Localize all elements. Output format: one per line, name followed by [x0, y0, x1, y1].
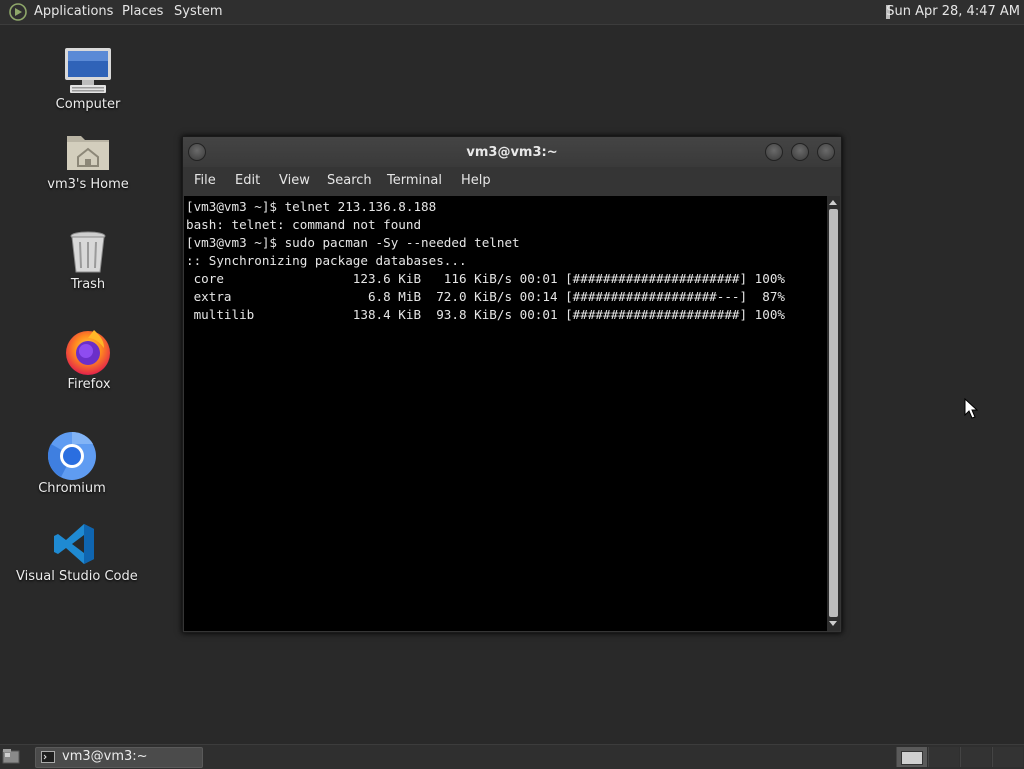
scroll-down-arrow-icon[interactable] — [829, 621, 837, 626]
vscode-icon — [54, 524, 94, 564]
menu-file[interactable]: File — [194, 173, 216, 188]
scrollbar-thumb[interactable] — [829, 209, 838, 617]
maximize-button[interactable] — [791, 143, 809, 161]
close-button[interactable] — [817, 143, 835, 161]
clock[interactable]: Sun Apr 28, 4:47 AM — [886, 4, 1020, 19]
terminal-screen[interactable]: [vm3@vm3 ~]$ telnet 213.136.8.188 bash: … — [184, 196, 827, 631]
desktop-icon-home[interactable]: vm3's Home — [40, 128, 136, 198]
desktop-icon-trash[interactable]: Trash — [40, 228, 136, 298]
workspace-4[interactable] — [992, 747, 1023, 767]
desktop-icon-label: Chromium — [38, 481, 106, 496]
menu-terminal[interactable]: Terminal — [387, 173, 442, 188]
desktop-icon-computer[interactable]: Computer — [40, 44, 136, 116]
terminal-menubar: File Edit View Search Terminal Help — [183, 167, 841, 195]
terminal-window[interactable]: vm3@vm3:~ File Edit View Search Terminal… — [182, 136, 842, 633]
system-menu[interactable]: System — [174, 4, 222, 19]
workspace-2[interactable] — [928, 747, 959, 767]
places-menu[interactable]: Places — [122, 4, 163, 19]
minimize-button[interactable] — [765, 143, 783, 161]
workspace-1[interactable] — [896, 747, 927, 767]
terminal-scrollbar[interactable] — [827, 196, 840, 631]
menu-help[interactable]: Help — [461, 173, 491, 188]
desktop-icon-label: Firefox — [67, 377, 111, 392]
chromium-icon — [47, 431, 96, 480]
desktop-icon-chromium[interactable]: Chromium — [24, 430, 120, 500]
desktop-icon-label: Computer — [55, 97, 121, 112]
menu-search[interactable]: Search — [327, 173, 372, 188]
workspace-window-thumbnail — [901, 751, 923, 765]
taskbar-item-label: vm3@vm3:~ — [62, 749, 148, 764]
terminal-output: [vm3@vm3 ~]$ telnet 213.136.8.188 bash: … — [186, 199, 785, 322]
desktop-icon-label: Trash — [70, 277, 106, 292]
window-title: vm3@vm3:~ — [466, 145, 558, 160]
home-folder-icon — [67, 136, 109, 170]
mouse-pointer-icon — [964, 398, 978, 419]
taskbar-item-terminal[interactable]: vm3@vm3:~ — [35, 747, 203, 768]
show-desktop-icon[interactable] — [2, 748, 20, 764]
distro-logo-icon[interactable] — [9, 3, 27, 21]
desktop-icon-vscode[interactable]: Visual Studio Code — [16, 518, 138, 590]
bottom-panel: vm3@vm3:~ — [0, 744, 1024, 769]
desktop-icon-firefox[interactable]: Firefox — [40, 326, 136, 398]
terminal-titlebar[interactable]: vm3@vm3:~ — [183, 137, 841, 167]
desktop-icon-label: vm3's Home — [47, 177, 129, 192]
desktop-icon-label: Visual Studio Code — [16, 569, 138, 584]
menu-edit[interactable]: Edit — [235, 173, 260, 188]
workspace-3[interactable] — [960, 747, 991, 767]
applications-menu[interactable]: Applications — [34, 4, 113, 19]
menu-view[interactable]: View — [279, 173, 310, 188]
terminal-icon — [41, 751, 55, 763]
trash-icon — [70, 231, 106, 273]
computer-icon — [65, 48, 111, 93]
scroll-up-arrow-icon[interactable] — [829, 200, 837, 205]
top-panel: Applications Places System Sun Apr 28, 4… — [0, 0, 1024, 25]
firefox-icon — [66, 330, 110, 375]
